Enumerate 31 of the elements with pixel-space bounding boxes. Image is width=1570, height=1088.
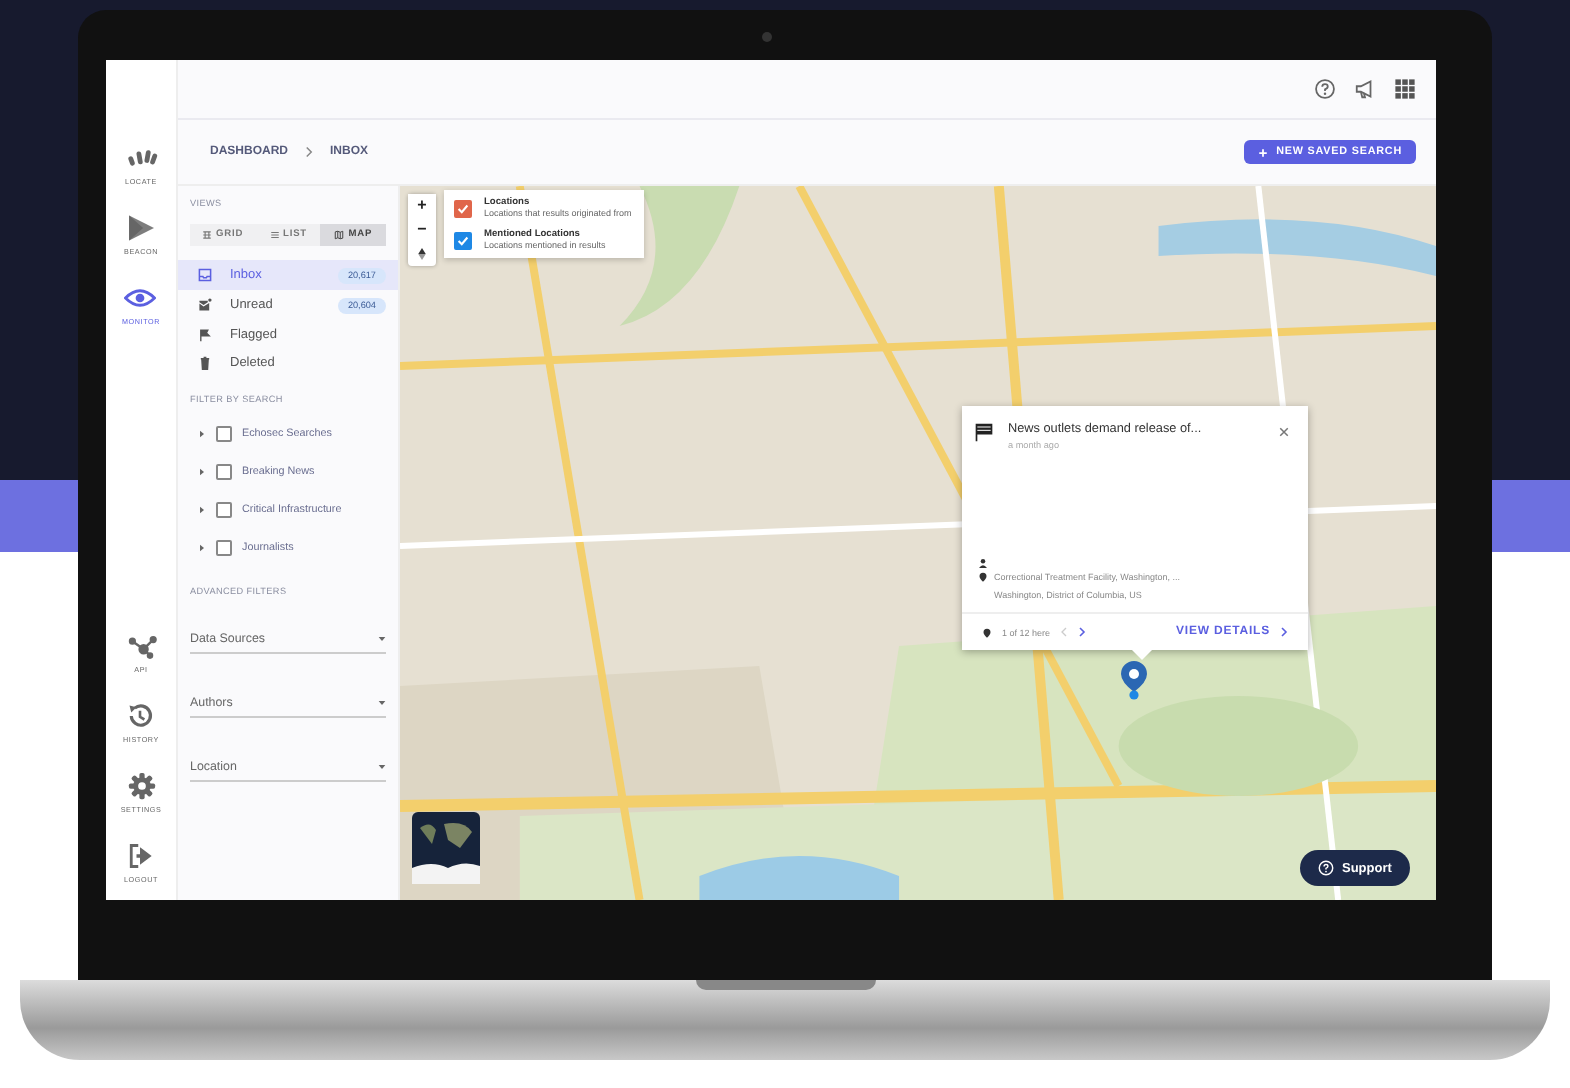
expand-caret-icon[interactable] — [198, 506, 206, 514]
logout-icon — [124, 842, 157, 870]
checkbox[interactable] — [216, 464, 232, 480]
caret-down-icon — [378, 700, 386, 706]
list-icon — [269, 230, 279, 240]
caret-down-icon — [378, 636, 386, 642]
map-icon — [334, 230, 345, 240]
flag-icon — [198, 327, 212, 341]
help-icon[interactable] — [1314, 78, 1336, 100]
network-nodes-icon — [125, 632, 157, 660]
inbox-icon — [198, 268, 212, 282]
checkbox[interactable] — [216, 540, 232, 556]
webcam-dot — [762, 32, 772, 42]
trash-icon — [198, 355, 212, 369]
settings-icon — [125, 772, 157, 800]
eye-icon — [124, 284, 157, 312]
checkbox[interactable] — [216, 502, 232, 518]
beacon-triangle-icon — [124, 214, 157, 242]
expand-caret-icon[interactable] — [198, 430, 206, 438]
mail-icon — [198, 298, 212, 312]
plus-icon — [1258, 147, 1269, 157]
apps-grid-icon[interactable] — [1394, 78, 1416, 100]
expand-caret-icon[interactable] — [198, 468, 206, 476]
grid-icon — [202, 230, 213, 240]
caret-down-icon — [378, 764, 386, 770]
signal-waves-icon — [125, 144, 157, 172]
megaphone-icon[interactable] — [1354, 78, 1376, 100]
chevron-right-icon — [304, 146, 314, 158]
expand-caret-icon[interactable] — [198, 544, 206, 552]
history-icon — [124, 702, 157, 730]
checkbox[interactable] — [216, 426, 232, 442]
